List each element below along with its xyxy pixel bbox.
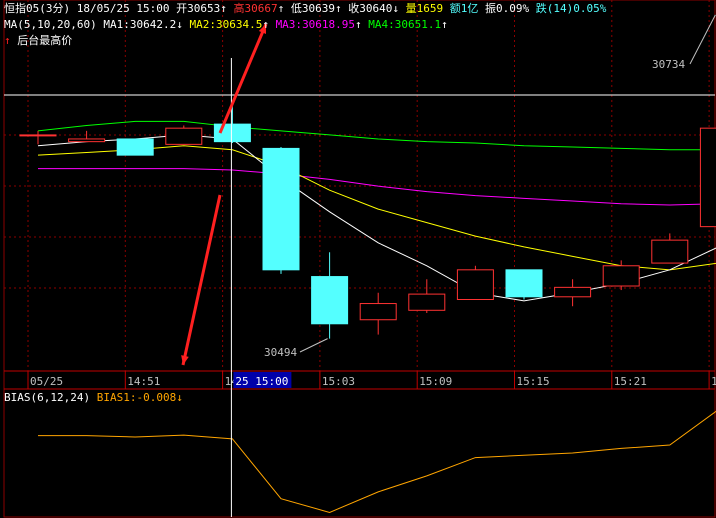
ma2-up-arrow-icon: ↑ xyxy=(262,18,269,31)
ma1-down-arrow-icon: ↓ xyxy=(176,18,183,31)
ma2-value: 30634.5 xyxy=(215,18,263,31)
high-value: 30667 xyxy=(244,2,278,15)
candle-body-2 xyxy=(116,138,154,156)
ma3-value: 30618.95 xyxy=(302,18,356,31)
amount-value: 1亿 xyxy=(460,2,479,15)
open-up-arrow-icon: ↑ xyxy=(220,2,227,15)
min-price-pointer xyxy=(299,338,328,353)
bias-line-group xyxy=(38,410,716,513)
amplitude-value: 0.09% xyxy=(495,2,530,15)
time-tick-label-0: 05/25 xyxy=(30,375,63,388)
max-price-label: 30734 xyxy=(652,58,685,71)
arrow-to-high-shaft xyxy=(218,23,268,134)
ma3-line xyxy=(38,168,716,206)
ma2-line xyxy=(37,145,716,271)
grid-lines xyxy=(4,0,715,371)
ma2-label: MA2: xyxy=(189,18,216,31)
time-tick-label-1: 14:51 xyxy=(127,375,160,388)
time-tick-label-7: 15:27 xyxy=(711,375,716,388)
candle-body-8 xyxy=(408,293,446,311)
high-label: 高 xyxy=(233,2,245,15)
candle-body-3 xyxy=(165,127,203,145)
max-price-pointer xyxy=(689,14,716,65)
time-tick-label-6: 15:21 xyxy=(614,375,647,388)
open-value: 30653 xyxy=(187,2,221,15)
volume-label: 量 xyxy=(405,2,417,15)
bias1-label: BIAS1: xyxy=(96,391,137,404)
note-text: 后台最高价 xyxy=(17,34,73,47)
chart-canvas[interactable]: 05/2514:5114:5715:0315:0915:1515:2115:27… xyxy=(0,0,716,518)
close-label: 收 xyxy=(348,2,360,15)
close-down-arrow-icon: ↓ xyxy=(392,2,399,15)
ma4-value: 30651.1 xyxy=(394,18,442,31)
indicator-panel-frame xyxy=(3,388,716,518)
time-tick-label-3: 15:03 xyxy=(322,375,355,388)
candle-body-6 xyxy=(311,276,349,325)
change-value: 0.05% xyxy=(573,2,607,15)
bias-name: BIAS(6,12,24) xyxy=(4,391,91,404)
main-panel-frame xyxy=(3,0,716,390)
amplitude-label: 振 xyxy=(484,2,496,15)
low-up-arrow-icon: ↑ xyxy=(334,2,342,15)
ma4-up-arrow-icon: ↑ xyxy=(441,18,448,31)
symbol-label: 恒指05(3分) xyxy=(4,2,71,15)
arrow-to-cursor-shaft xyxy=(181,194,222,366)
candle-body-14 xyxy=(699,127,716,228)
time-tick-label-4: 15:09 xyxy=(419,375,452,388)
cursor-time-label: 25 15:00 xyxy=(235,375,288,388)
low-value: 30639 xyxy=(301,2,335,15)
datetime-label: 18/05/25 15:00 xyxy=(76,2,170,15)
time-ticks: 05/2514:5114:5715:0315:0915:1515:2115:27 xyxy=(27,371,716,389)
candle-body-10 xyxy=(505,269,543,298)
quote-header: 恒指05(3分) 18/05/25 15:00 开30653↑ 高30667↑ … xyxy=(4,2,606,16)
candle-body-7 xyxy=(359,303,397,321)
high-up-arrow-icon: ↑ xyxy=(277,2,285,15)
time-tick-label-5: 15:15 xyxy=(517,375,550,388)
candle-body-9 xyxy=(456,269,494,300)
change-label: 跌 xyxy=(535,2,547,15)
ma-legend: MA(5,10,20,60) MA1:30642.2↓ MA2:30634.5↑… xyxy=(4,18,448,32)
candle-body-0 xyxy=(19,134,57,137)
change-period: (14) xyxy=(546,2,574,15)
candle-body-12 xyxy=(602,265,640,287)
bias1-down-arrow-icon: ↓ xyxy=(176,391,183,404)
candle-body-11 xyxy=(554,286,592,298)
open-label: 开 xyxy=(176,2,188,15)
annotation-arrows xyxy=(181,23,268,366)
low-label: 低 xyxy=(290,2,302,15)
candle-body-1 xyxy=(68,138,106,143)
ma3-label: MA3: xyxy=(275,18,303,31)
amount-label: 额 xyxy=(449,2,461,15)
ma3-up-arrow-icon: ↑ xyxy=(355,18,362,31)
close-value: 30640 xyxy=(359,2,393,15)
bias1-value: -0.008 xyxy=(136,391,177,404)
volume-value: 1659 xyxy=(416,2,444,15)
bias-legend: BIAS(6,12,24) BIAS1:-0.008↓ xyxy=(4,391,183,405)
ma1-value: 30642.2 xyxy=(129,18,177,31)
min-price-label: 30494 xyxy=(264,346,297,359)
candle-body-13 xyxy=(651,239,689,264)
red-up-arrow-icon: ↑ xyxy=(4,34,11,47)
ma4-label: MA4: xyxy=(368,18,395,31)
ma1-label: MA1: xyxy=(103,18,130,31)
note-row: ↑ 后台最高价 xyxy=(4,34,72,48)
candle-body-5 xyxy=(262,147,300,271)
ma-name: MA(5,10,20,60) xyxy=(4,18,97,31)
bias1-line xyxy=(38,410,716,513)
